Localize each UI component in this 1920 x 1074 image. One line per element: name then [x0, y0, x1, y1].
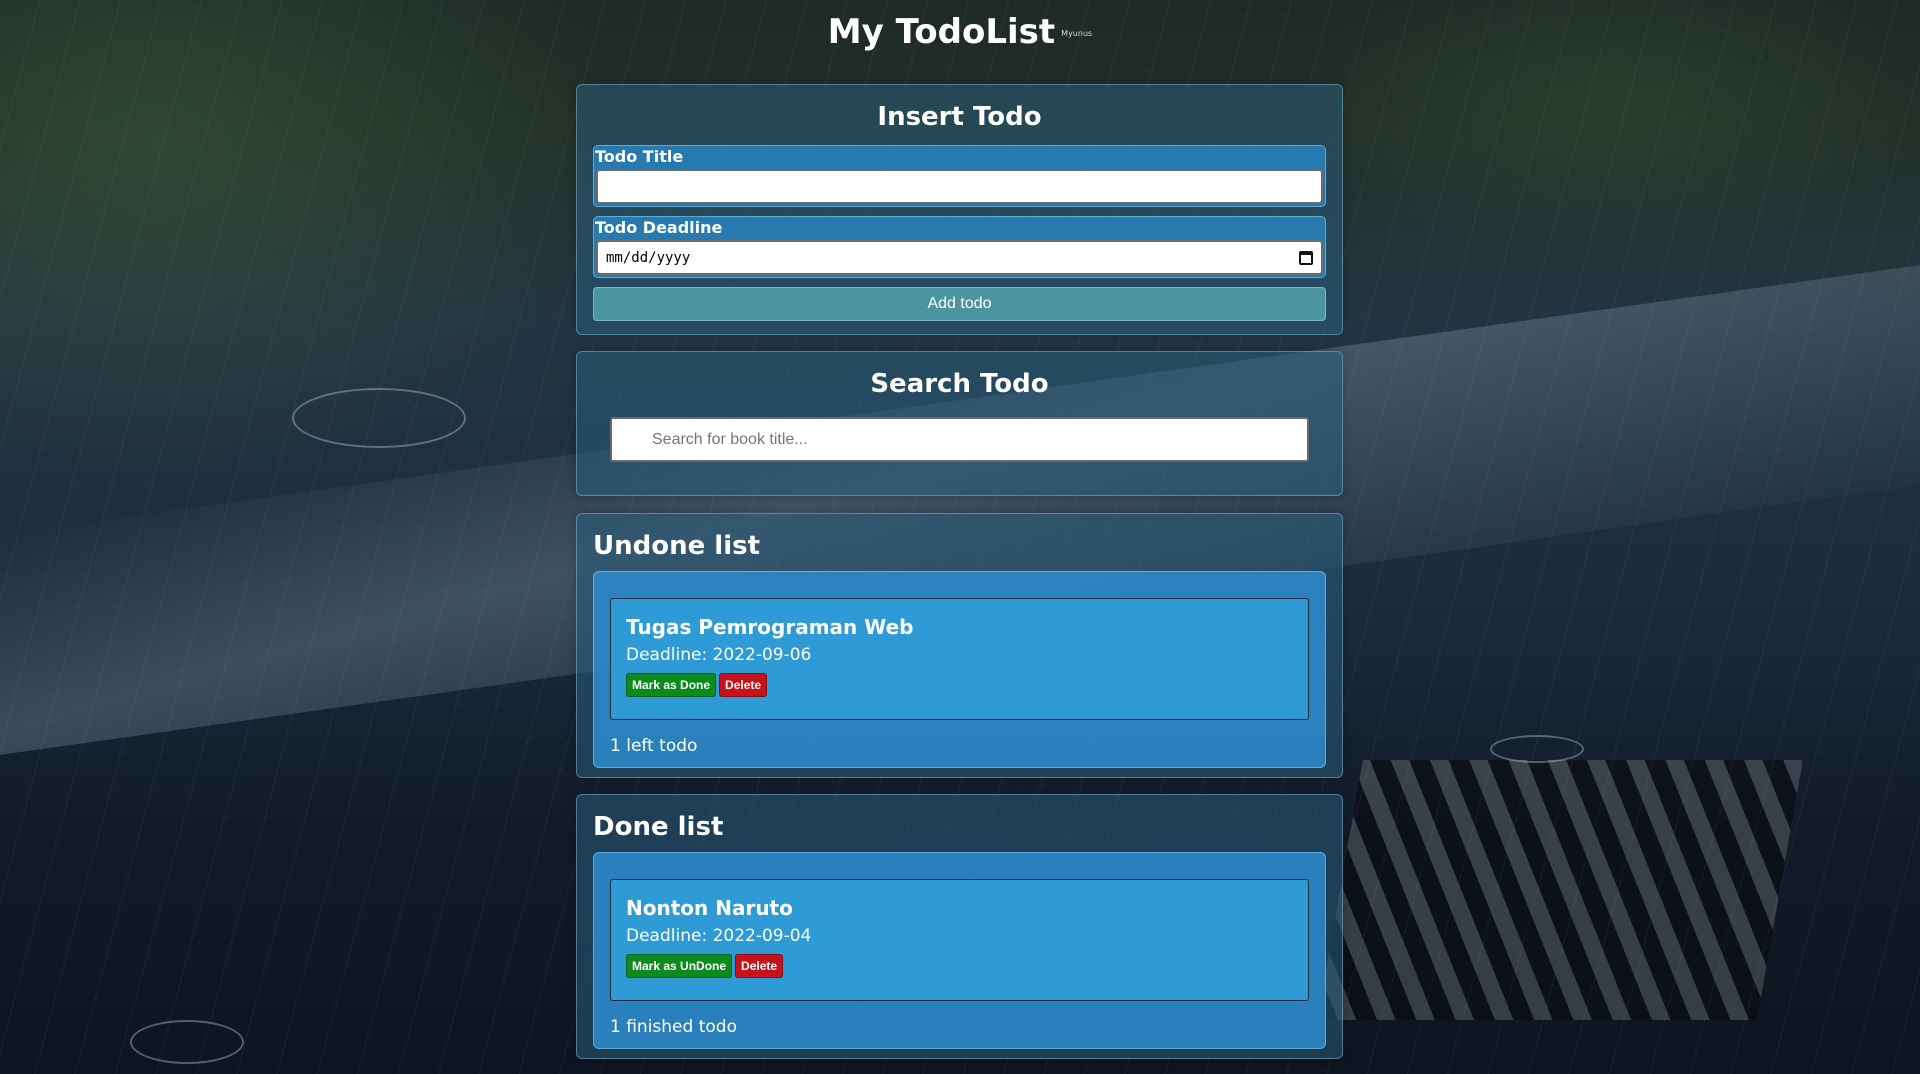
search-todo-heading: Search Todo	[870, 369, 1049, 399]
delete-button[interactable]: Delete	[719, 673, 768, 697]
todo-item-deadline: Deadline: 2022-09-06	[626, 645, 812, 665]
todo-deadline-field-group: Todo Deadline mm/dd/yyyy	[593, 216, 1326, 278]
todo-item: Nonton Naruto Deadline: 2022-09-04 Mark …	[610, 879, 1309, 1001]
background-ripple	[292, 388, 466, 448]
todo-deadline-label: Todo Deadline	[595, 218, 723, 237]
undone-list-card: Undone list Tugas Pemrograman Web Deadli…	[576, 513, 1343, 778]
undone-list-container: Tugas Pemrograman Web Deadline: 2022-09-…	[593, 571, 1326, 768]
calendar-icon[interactable]	[1299, 250, 1313, 265]
todo-item: Tugas Pemrograman Web Deadline: 2022-09-…	[610, 598, 1309, 720]
search-placeholder: Search for book title...	[652, 430, 808, 448]
add-todo-button[interactable]: Add todo	[593, 287, 1326, 321]
author-credit: Myunus	[1061, 29, 1093, 38]
delete-button[interactable]: Delete	[735, 954, 784, 978]
todo-item-title: Nonton Naruto	[626, 896, 793, 920]
insert-todo-heading: Insert Todo	[877, 102, 1042, 132]
todo-title-input[interactable]	[596, 169, 1323, 204]
todo-title-field-group: Todo Title	[593, 145, 1326, 207]
done-list-card: Done list Nonton Naruto Deadline: 2022-0…	[576, 794, 1343, 1059]
deadline-placeholder: mm/dd/yyyy	[606, 249, 691, 266]
done-count: 1 finished todo	[610, 1017, 737, 1037]
undone-list-heading: Undone list	[593, 531, 761, 561]
done-list-heading: Done list	[593, 812, 724, 842]
mark-as-done-button[interactable]: Mark as Done	[626, 673, 717, 697]
app-title: My TodoList	[827, 12, 1056, 52]
todo-item-deadline: Deadline: 2022-09-04	[626, 926, 812, 946]
background-ripple	[1490, 735, 1584, 763]
todo-title-label: Todo Title	[595, 147, 684, 166]
undone-count: 1 left todo	[610, 736, 698, 756]
page-title: My TodoList Myunus	[0, 12, 1920, 52]
todo-item-title: Tugas Pemrograman Web	[626, 615, 914, 639]
insert-todo-card: Insert Todo Todo Title Todo Deadline mm/…	[576, 84, 1343, 335]
done-list-container: Nonton Naruto Deadline: 2022-09-04 Mark …	[593, 852, 1326, 1049]
mark-as-undone-button[interactable]: Mark as UnDone	[626, 954, 733, 978]
search-todo-card: Search Todo Search for book title...	[576, 351, 1343, 496]
background-ripple	[130, 1020, 244, 1064]
todo-deadline-input[interactable]: mm/dd/yyyy	[596, 240, 1323, 275]
search-input[interactable]: Search for book title...	[610, 417, 1309, 462]
